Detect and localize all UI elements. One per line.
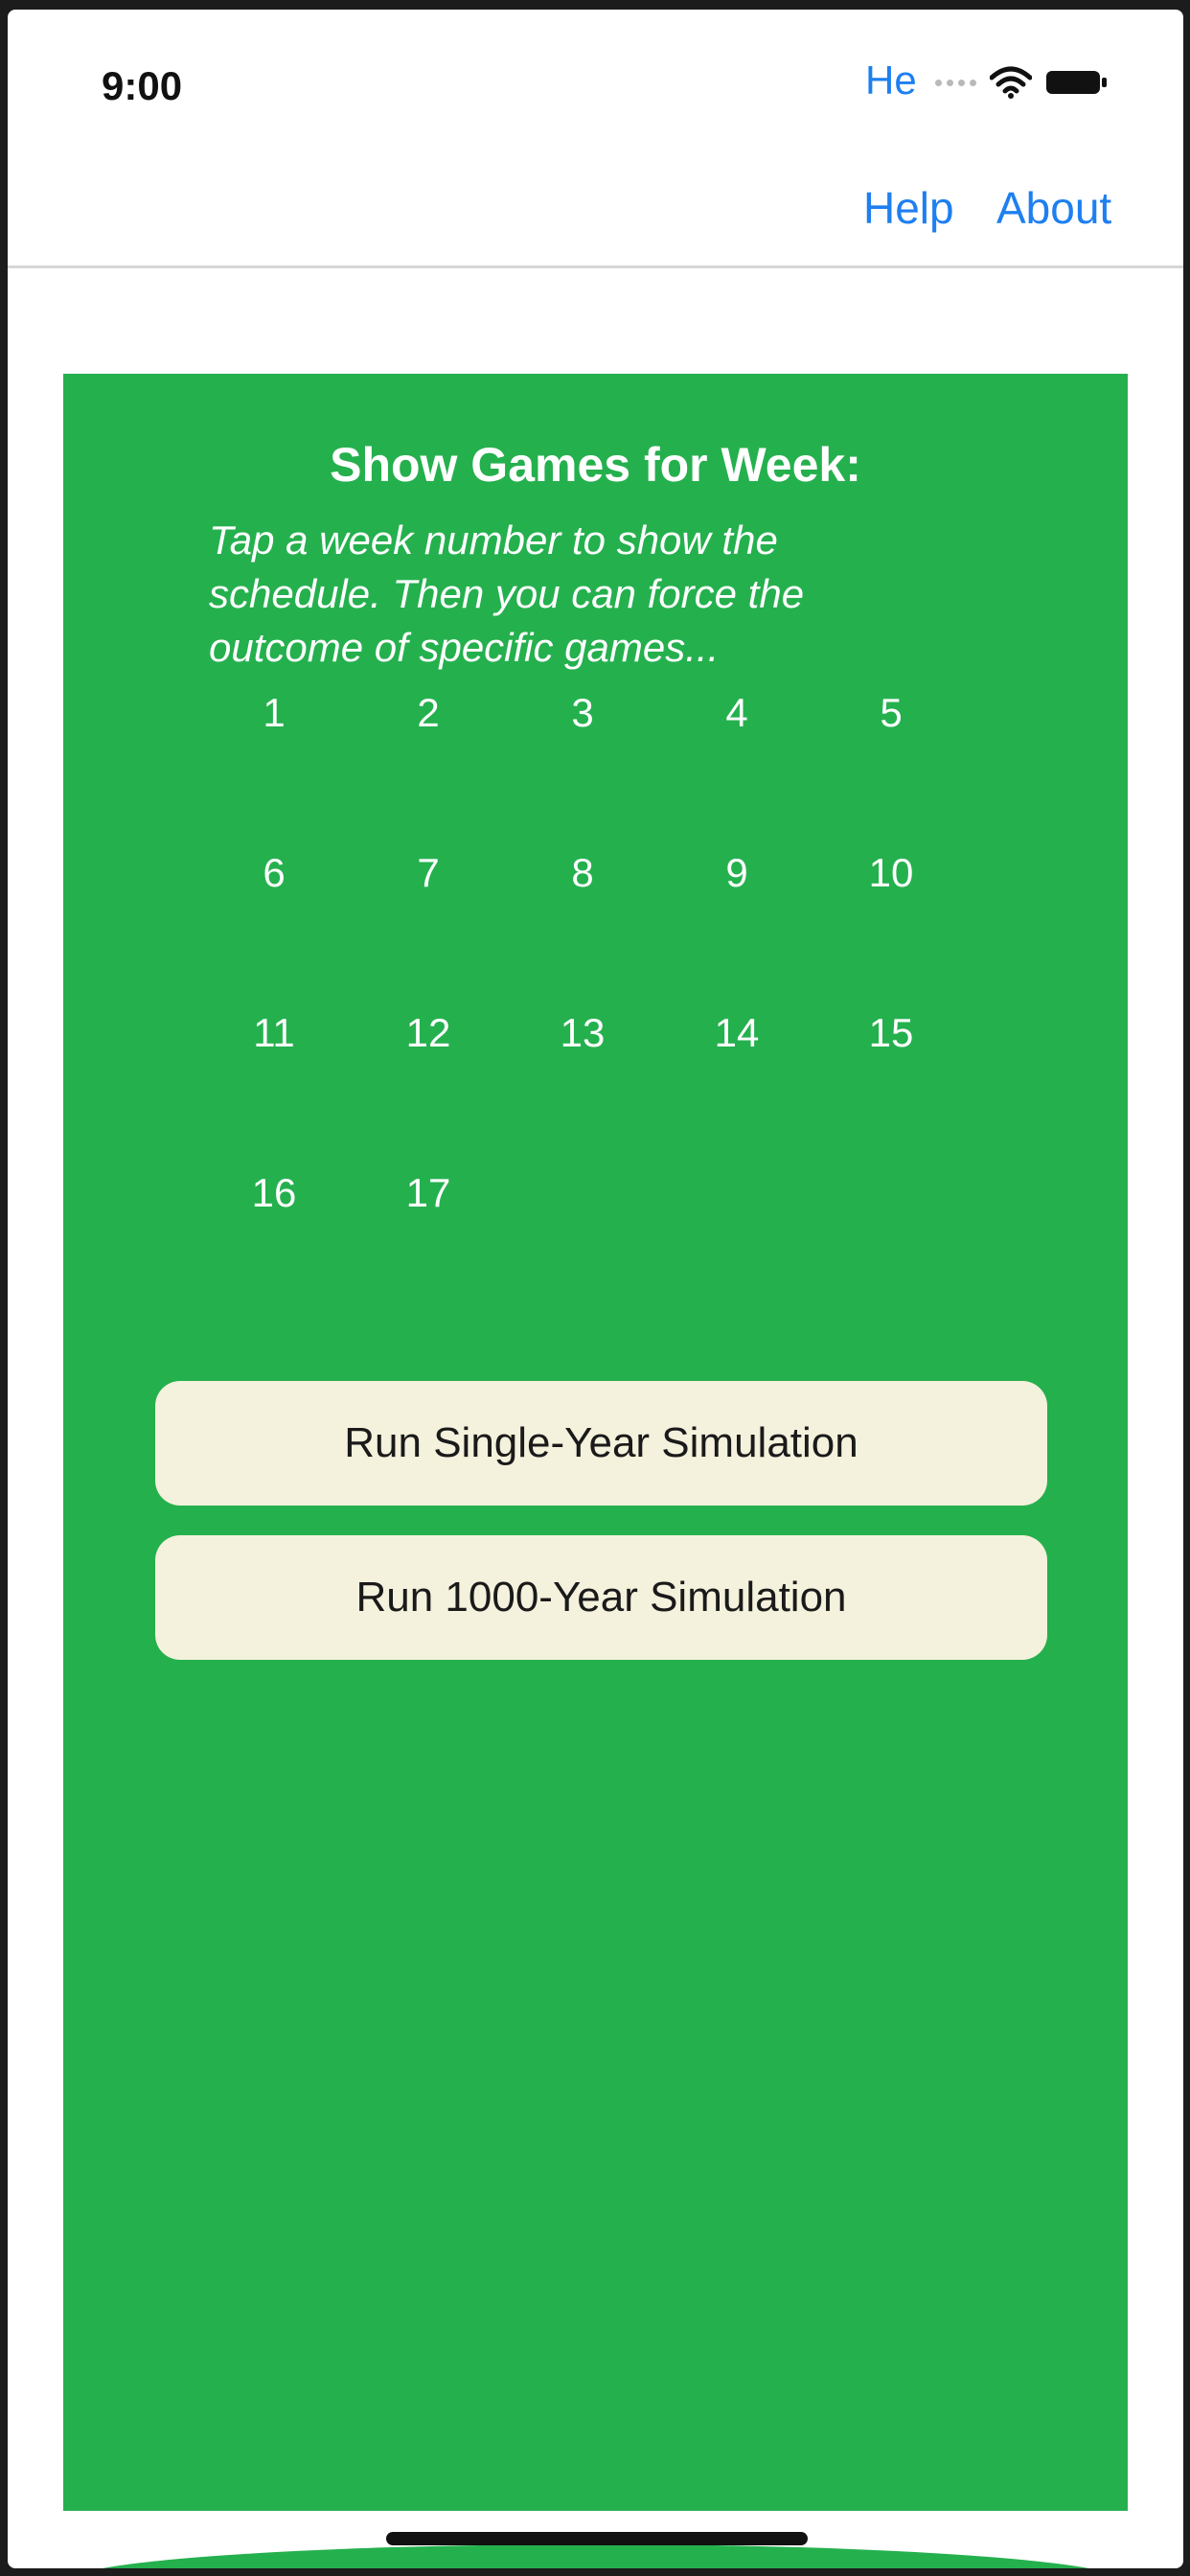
status-icons	[935, 63, 1109, 102]
battery-icon	[1046, 71, 1107, 94]
week-button[interactable]: 12	[390, 1010, 467, 1170]
help-link[interactable]: Help	[863, 182, 954, 234]
week-button[interactable]: 6	[236, 850, 312, 1010]
week-button[interactable]: 8	[544, 850, 621, 1010]
week-button[interactable]: 7	[390, 850, 467, 1010]
week-button[interactable]: 5	[853, 690, 929, 850]
week-button[interactable]: 10	[853, 850, 929, 1010]
week-button[interactable]: 4	[698, 690, 775, 850]
status-partial-title: He	[865, 58, 917, 103]
week-button[interactable]: 3	[544, 690, 621, 850]
status-time: 9:00	[102, 63, 183, 108]
panel-instructions: Tap a week number to show the schedule. …	[209, 518, 805, 670]
signal-icon	[935, 79, 976, 86]
week-button[interactable]: 1	[236, 690, 312, 850]
week-button[interactable]: 11	[236, 1010, 312, 1170]
about-link[interactable]: About	[996, 182, 1111, 234]
week-button[interactable]: 17	[390, 1170, 467, 1330]
phone-screen: 9:00 He Help About Show Games for Week: …	[8, 10, 1183, 2568]
panel-heading: Show Games for Week:	[330, 438, 861, 492]
week-number-grid: 1 2 3 4 5 6 7 8 9 10 11 12 13 14 15 16 1…	[236, 690, 1007, 1330]
run-1000-year-simulation-button[interactable]: Run 1000-Year Simulation	[155, 1535, 1047, 1660]
week-button[interactable]: 9	[698, 850, 775, 1010]
week-button[interactable]: 16	[236, 1170, 312, 1330]
navigation-bar: Help About	[8, 144, 1183, 268]
panel-bottom-edge	[63, 2544, 1128, 2568]
week-selection-panel: Show Games for Week: Tap a week number t…	[63, 374, 1128, 2511]
home-indicator[interactable]	[386, 2532, 808, 2545]
week-button[interactable]: 13	[544, 1010, 621, 1170]
week-button[interactable]: 14	[698, 1010, 775, 1170]
week-button[interactable]: 15	[853, 1010, 929, 1170]
wifi-icon	[990, 66, 1032, 99]
week-button[interactable]: 2	[390, 690, 467, 850]
run-single-year-simulation-button[interactable]: Run Single-Year Simulation	[155, 1381, 1047, 1506]
